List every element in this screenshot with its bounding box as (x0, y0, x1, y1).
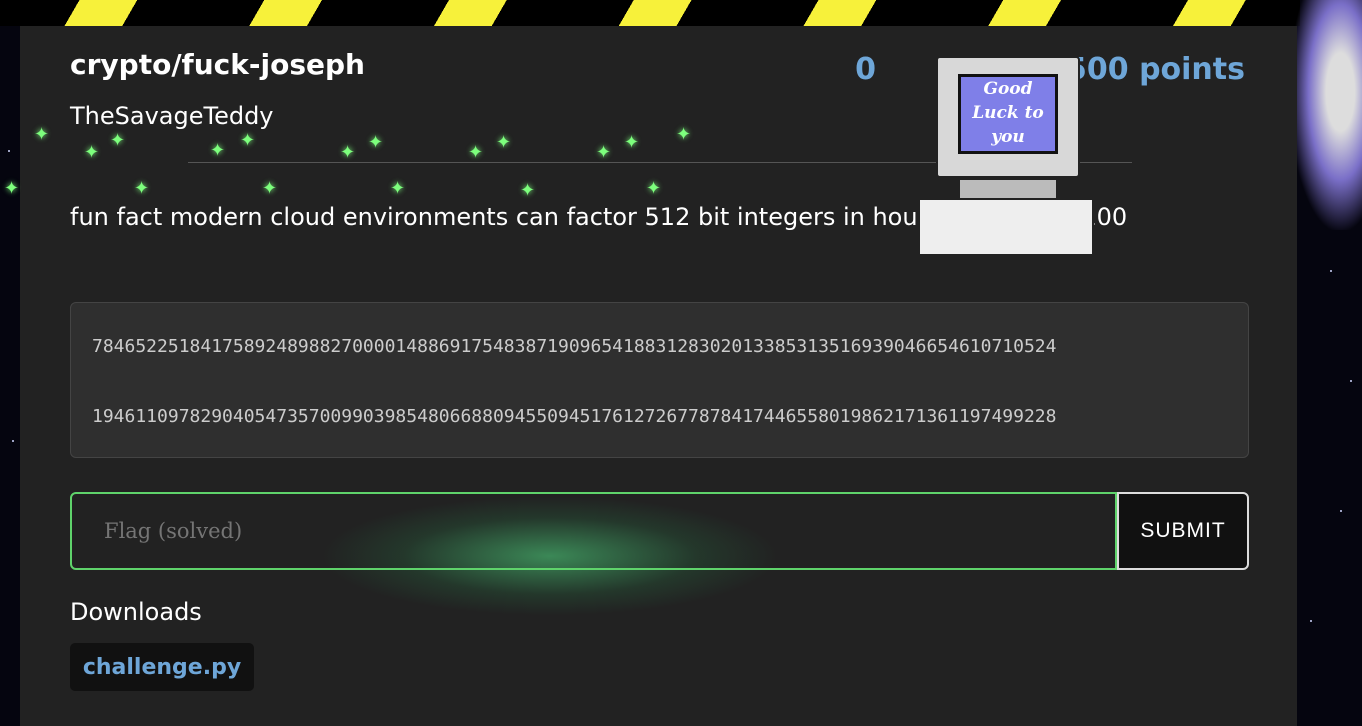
number-line: 7846522518417589248988270000148869175483… (92, 336, 1057, 357)
challenge-title: crypto/fuck-joseph (70, 48, 365, 81)
challenge-card: crypto/fuck-joseph TheSavageTeddy 0 500 … (20, 26, 1297, 726)
computer-screen-text: Good Luck to you (958, 74, 1058, 154)
challenge-author: TheSavageTeddy (70, 102, 274, 130)
flag-form: SUBMIT (70, 492, 1249, 570)
solves-count: 0 (855, 52, 876, 87)
wolf-image (1290, 0, 1362, 230)
flag-input[interactable] (70, 492, 1117, 570)
computer-gif: Good Luck to you (918, 56, 1098, 256)
submit-button[interactable]: SUBMIT (1117, 492, 1249, 570)
downloads-heading: Downloads (70, 598, 202, 626)
download-link-challenge-py[interactable]: challenge.py (70, 643, 254, 691)
number-line: 1946110978290405473570099039854806688094… (92, 406, 1057, 427)
code-block: 7846522518417589248988270000148869175483… (70, 302, 1249, 458)
caution-stripes (0, 0, 1300, 26)
